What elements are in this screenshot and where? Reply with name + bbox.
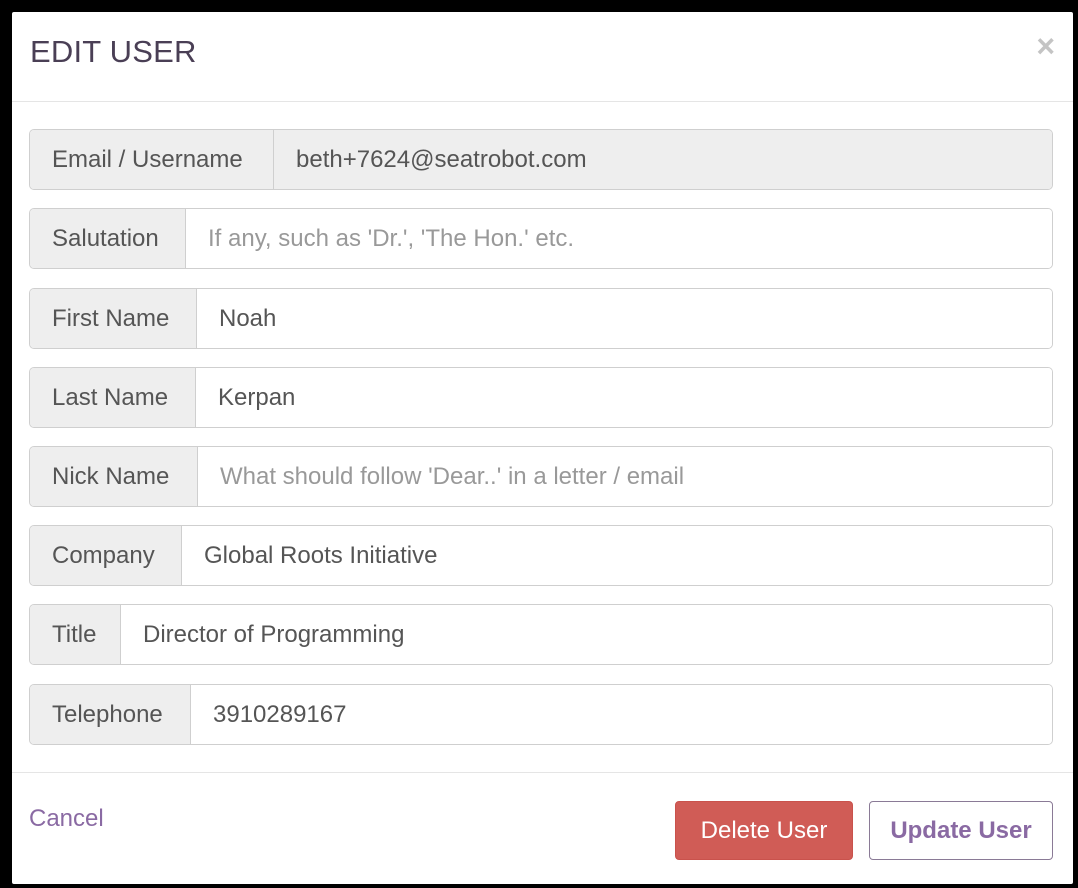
first-name-field-group: First Name: [29, 288, 1053, 349]
company-field-group: Company: [29, 525, 1053, 586]
cancel-link[interactable]: Cancel: [29, 805, 104, 833]
first-name-input[interactable]: [197, 289, 1052, 348]
delete-user-button[interactable]: Delete User: [675, 801, 853, 860]
email-field: [274, 130, 1052, 189]
company-label: Company: [30, 526, 182, 585]
title-input[interactable]: [121, 605, 1052, 664]
modal-title: EDIT USER: [30, 34, 197, 69]
close-icon[interactable]: ×: [1036, 30, 1055, 62]
nick-name-field-group: Nick Name: [29, 446, 1053, 507]
salutation-input[interactable]: [186, 209, 1052, 268]
nick-name-input[interactable]: [198, 447, 1052, 506]
telephone-field-group: Telephone: [29, 684, 1053, 745]
title-field-group: Title: [29, 604, 1053, 665]
modal-body: Email / Username Salutation First Name L…: [12, 102, 1073, 772]
last-name-input[interactable]: [196, 368, 1052, 427]
nick-name-label: Nick Name: [30, 447, 198, 506]
telephone-label: Telephone: [30, 685, 191, 744]
email-label: Email / Username: [30, 130, 274, 189]
modal-footer: Cancel Delete User Update User: [12, 772, 1073, 884]
edit-user-modal: EDIT USER × Email / Username Salutation …: [12, 12, 1073, 884]
last-name-field-group: Last Name: [29, 367, 1053, 428]
telephone-input[interactable]: [191, 685, 1052, 744]
last-name-label: Last Name: [30, 368, 196, 427]
salutation-field-group: Salutation: [29, 208, 1053, 269]
update-user-button[interactable]: Update User: [869, 801, 1053, 860]
title-label: Title: [30, 605, 121, 664]
company-input[interactable]: [182, 526, 1052, 585]
modal-header: EDIT USER ×: [12, 12, 1073, 102]
salutation-label: Salutation: [30, 209, 186, 268]
first-name-label: First Name: [30, 289, 197, 348]
email-field-group: Email / Username: [29, 129, 1053, 190]
